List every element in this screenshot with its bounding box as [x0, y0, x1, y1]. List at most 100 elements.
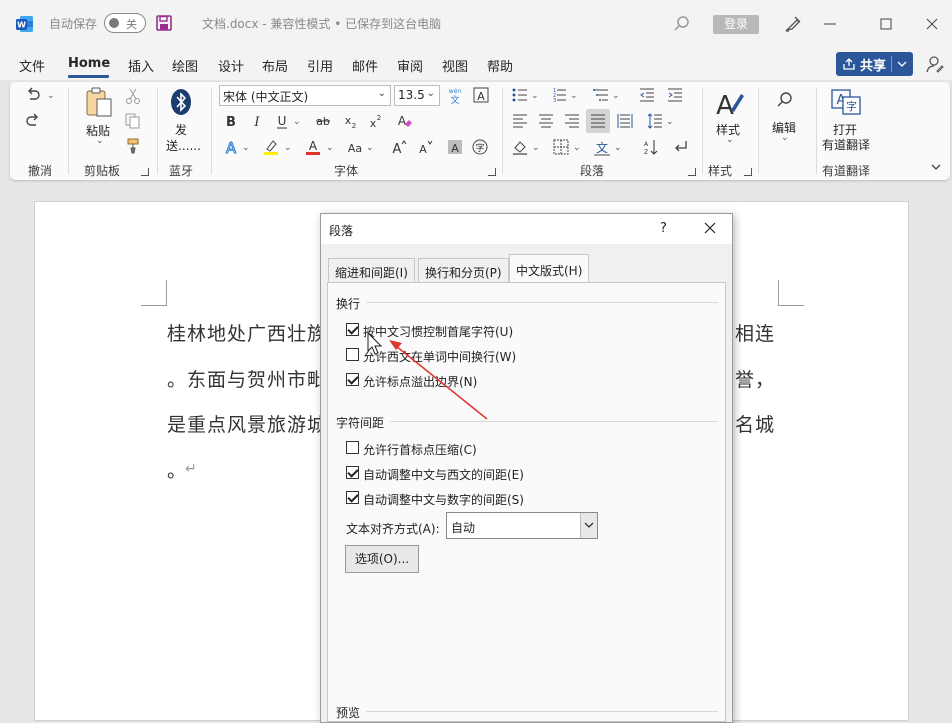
- translate-icon[interactable]: A 字: [830, 88, 862, 116]
- decrease-indent-icon[interactable]: [638, 86, 656, 104]
- checkbox-space-asian-latin[interactable]: [346, 466, 359, 479]
- paste-icon[interactable]: [84, 86, 114, 118]
- checkbox-space-asian-numbers[interactable]: [346, 491, 359, 504]
- cut-icon[interactable]: [124, 87, 142, 105]
- redo-icon[interactable]: [24, 112, 42, 130]
- shading-dropdown-icon[interactable]: ⌄: [532, 143, 540, 153]
- menu-help[interactable]: 帮助: [487, 56, 513, 75]
- send-label-1[interactable]: 发: [175, 121, 187, 138]
- checkbox-latin-wrap[interactable]: [346, 348, 359, 361]
- menu-insert[interactable]: 插入: [128, 56, 154, 75]
- underline-dropdown-icon[interactable]: ⌄: [293, 117, 301, 127]
- highlight-dropdown-icon[interactable]: ⌄: [284, 143, 292, 153]
- paste-dropdown-icon[interactable]: ⌄: [96, 136, 104, 146]
- checkbox-hanging-punctuation[interactable]: [346, 373, 359, 386]
- undo-dropdown-icon[interactable]: ⌄: [47, 91, 55, 101]
- borders-dropdown-icon[interactable]: ⌄: [573, 143, 581, 153]
- menu-home[interactable]: Home: [68, 56, 110, 71]
- menu-view[interactable]: 视图: [442, 56, 468, 75]
- font-launcher-icon[interactable]: [488, 168, 496, 176]
- subscript-icon[interactable]: x2: [341, 112, 359, 130]
- tab-indent-spacing[interactable]: 缩进和间距(I): [328, 258, 415, 282]
- line-spacing-icon[interactable]: [646, 112, 664, 130]
- help-button[interactable]: ?: [660, 221, 667, 236]
- document-title[interactable]: 文档.docx - 兼容性模式 • 已保存到这台电脑: [202, 15, 441, 32]
- change-case-dropdown-icon[interactable]: ⌄: [366, 143, 374, 153]
- grow-font-icon[interactable]: A: [390, 138, 408, 156]
- close-icon[interactable]: [702, 220, 718, 236]
- share-button[interactable]: 共享: [836, 52, 913, 76]
- text-alignment-select[interactable]: 自动: [446, 512, 598, 539]
- combo-button[interactable]: [580, 513, 597, 538]
- translate-label-2[interactable]: 有道翻译: [822, 136, 870, 153]
- tab-line-page-breaks[interactable]: 换行和分页(P): [418, 258, 509, 282]
- maximize-icon[interactable]: [874, 12, 898, 36]
- option-label[interactable]: 允许行首标点压缩(C): [363, 441, 477, 458]
- line-spacing-dropdown-icon[interactable]: ⌄: [666, 117, 674, 127]
- clear-formatting-icon[interactable]: A: [395, 112, 413, 130]
- option-label[interactable]: 自动调整中文与西文的间距(E): [363, 466, 524, 483]
- menu-file[interactable]: 文件: [19, 56, 45, 75]
- undo-icon[interactable]: [24, 86, 42, 104]
- multilevel-list-icon[interactable]: [592, 86, 610, 104]
- increase-indent-icon[interactable]: [666, 86, 684, 104]
- save-icon[interactable]: [156, 15, 172, 31]
- bullets-dropdown-icon[interactable]: ⌄: [531, 91, 539, 101]
- underline-icon[interactable]: U: [273, 112, 291, 130]
- bluetooth-icon[interactable]: [170, 88, 192, 116]
- designer-pen-icon[interactable]: [783, 14, 803, 34]
- bold-icon[interactable]: B: [222, 112, 240, 130]
- superscript-icon[interactable]: x2: [366, 112, 384, 130]
- shading-icon[interactable]: [511, 138, 529, 156]
- collapse-ribbon-icon[interactable]: [930, 162, 942, 172]
- font-color-dropdown-icon[interactable]: ⌄: [326, 143, 334, 153]
- text-effects-icon[interactable]: A: [222, 138, 240, 157]
- format-painter-icon[interactable]: [124, 137, 142, 155]
- highlight-icon[interactable]: [262, 138, 280, 156]
- styles-launcher-icon[interactable]: [744, 168, 752, 176]
- character-shading-icon[interactable]: A: [446, 138, 464, 156]
- chevron-down-icon[interactable]: [896, 60, 908, 68]
- styles-dropdown-icon[interactable]: ⌄: [726, 135, 734, 145]
- numbering-icon[interactable]: 123: [550, 86, 568, 104]
- character-border-icon[interactable]: A: [472, 86, 490, 104]
- show-marks-icon[interactable]: [671, 138, 689, 156]
- sort-icon[interactable]: AZ: [641, 138, 659, 156]
- chinese-layout-dropdown-icon[interactable]: ⌄: [614, 143, 622, 153]
- edit-dropdown-icon[interactable]: ⌄: [781, 133, 789, 143]
- send-label-2[interactable]: 送......: [166, 137, 201, 154]
- change-case-icon[interactable]: Aa: [346, 138, 364, 156]
- borders-icon[interactable]: [552, 138, 570, 156]
- login-button[interactable]: 登录: [713, 15, 759, 34]
- menu-review[interactable]: 审阅: [397, 56, 423, 75]
- copy-icon[interactable]: [124, 112, 142, 130]
- chinese-layout-icon[interactable]: 文: [593, 138, 611, 156]
- search-icon[interactable]: [672, 14, 692, 34]
- tab-asian-typography[interactable]: 中文版式(H): [509, 254, 590, 283]
- align-center-icon[interactable]: [537, 112, 555, 130]
- distributed-icon[interactable]: [616, 112, 634, 130]
- font-name-select[interactable]: 宋体 (中文正文) ⌄: [219, 85, 391, 106]
- align-left-icon[interactable]: [511, 112, 529, 130]
- multilevel-dropdown-icon[interactable]: ⌄: [612, 91, 620, 101]
- paragraph-launcher-icon[interactable]: [688, 168, 696, 176]
- comments-person-icon[interactable]: [925, 54, 945, 74]
- minimize-icon[interactable]: [818, 12, 842, 36]
- font-size-select[interactable]: 13.5 ⌄: [394, 85, 440, 106]
- checkbox-compress-punctuation[interactable]: [346, 441, 359, 454]
- option-label[interactable]: 允许标点溢出边界(N): [363, 373, 477, 390]
- checkbox-first-last-chars[interactable]: [346, 323, 359, 336]
- autosave-toggle[interactable]: 关: [104, 13, 146, 33]
- numbering-dropdown-icon[interactable]: ⌄: [570, 91, 578, 101]
- menu-layout[interactable]: 布局: [262, 56, 288, 75]
- menu-design[interactable]: 设计: [218, 56, 244, 75]
- enclose-characters-icon[interactable]: 字: [471, 138, 489, 156]
- option-label[interactable]: 自动调整中文与数字的间距(S): [363, 491, 524, 508]
- text-effects-dropdown-icon[interactable]: ⌄: [242, 143, 250, 153]
- find-icon[interactable]: [775, 90, 795, 110]
- menu-draw[interactable]: 绘图: [172, 56, 198, 75]
- font-color-icon[interactable]: A: [304, 138, 322, 156]
- option-label[interactable]: 按中文习惯控制首尾字符(U): [363, 323, 513, 340]
- italic-icon[interactable]: I: [248, 112, 266, 130]
- styles-icon[interactable]: A: [713, 88, 745, 118]
